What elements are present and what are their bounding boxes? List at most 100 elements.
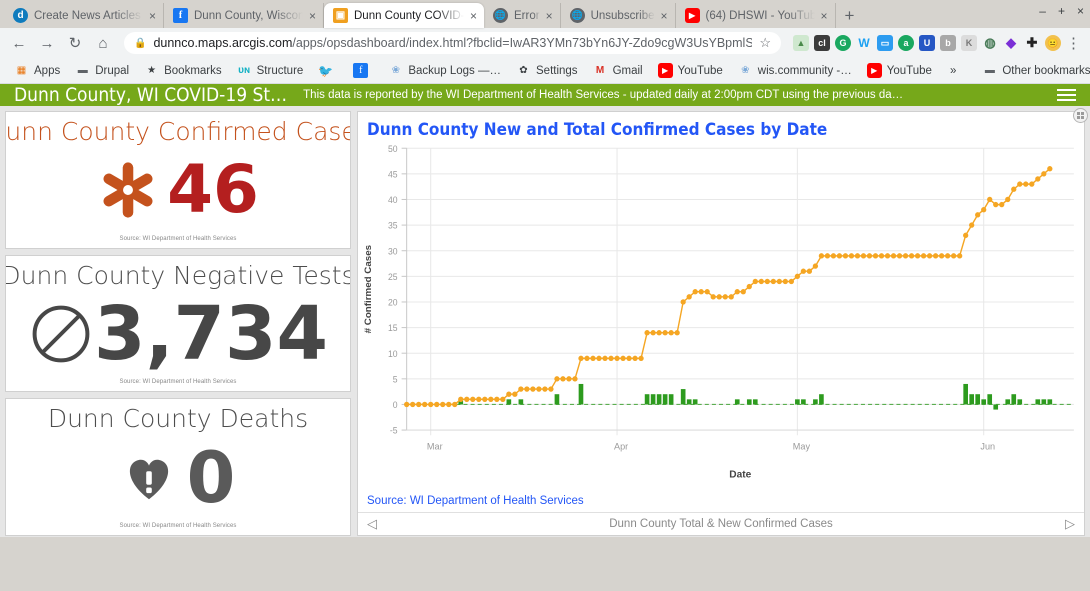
- extension-icon-8[interactable]: b: [940, 35, 956, 51]
- extension-icon-12[interactable]: ✚: [1024, 35, 1040, 51]
- extension-icon-7[interactable]: U: [919, 35, 935, 51]
- facebook-icon: f: [173, 8, 188, 23]
- close-icon[interactable]: ×: [309, 10, 316, 22]
- pager-prev-icon[interactable]: ◁: [367, 516, 377, 532]
- extension-icon-2[interactable]: cl: [814, 35, 830, 51]
- bookmark-label: Settings: [536, 65, 578, 77]
- youtube-icon: ▶: [685, 8, 700, 23]
- close-icon[interactable]: ×: [546, 10, 553, 22]
- tab-title: Unsubscribe: [591, 10, 655, 22]
- extension-icon-6[interactable]: a: [898, 35, 914, 51]
- star-of-life-icon: [97, 157, 159, 223]
- wordpress-icon: ❀: [388, 63, 403, 78]
- svg-text:15: 15: [388, 323, 398, 333]
- bookmark-label: Structure: [257, 65, 304, 77]
- bookmark-label: Backup Logs —…: [408, 65, 501, 77]
- url-host: dunnco.maps.arcgis.com: [153, 36, 292, 50]
- bookmark-label: Bookmarks: [164, 65, 222, 77]
- bookmarks-overflow-button[interactable]: »: [944, 63, 962, 79]
- bookmark-item[interactable]: M Gmail: [587, 61, 649, 80]
- close-icon[interactable]: ×: [470, 10, 477, 22]
- indicator-column: Dunn County Confirmed Cases 46 Source: W…: [5, 111, 351, 536]
- browser-tab[interactable]: ▶ (64) DHSWI - YouTube ×: [676, 3, 836, 28]
- other-bookmarks-label: Other bookmarks: [1002, 65, 1090, 77]
- extension-icon-1[interactable]: ▲: [793, 35, 809, 51]
- extension-icon-10[interactable]: ◍: [982, 35, 998, 51]
- bookmark-item[interactable]: ▦ Apps: [8, 61, 66, 80]
- chart-source-link[interactable]: Source: WI Department of Health Services: [367, 495, 584, 507]
- svg-text:Apr: Apr: [614, 442, 628, 452]
- bookmark-item[interactable]: ★ Bookmarks: [138, 61, 228, 80]
- chart-plot-area[interactable]: -505101520253035404550MarAprMayJunDate# …: [358, 140, 1084, 490]
- extension-icon-9[interactable]: K: [961, 35, 977, 51]
- reload-icon[interactable]: ↻: [62, 30, 88, 56]
- window-controls: – + ×: [1039, 4, 1084, 18]
- expand-icon[interactable]: [1073, 108, 1088, 123]
- svg-text:May: May: [793, 442, 811, 452]
- chart-panel: Dunn County New and Total Confirmed Case…: [357, 111, 1085, 536]
- bookmark-item[interactable]: ▶ YouTube: [861, 61, 938, 80]
- bookmark-item[interactable]: ▬ Drupal: [69, 61, 135, 80]
- bookmark-item[interactable]: f: [347, 61, 379, 80]
- maximize-button[interactable]: +: [1058, 4, 1065, 18]
- card-value: 3,734: [94, 297, 328, 371]
- profile-avatar[interactable]: 😐: [1045, 35, 1061, 51]
- bookmark-label: wis.community -…: [758, 65, 852, 77]
- chart-title: Dunn County New and Total Confirmed Case…: [358, 112, 1084, 140]
- bookmark-star-icon[interactable]: ☆: [759, 35, 771, 51]
- star-icon: ★: [144, 63, 159, 78]
- browser-menu-icon[interactable]: ⋮: [1063, 34, 1084, 52]
- globe-icon: 🌐: [493, 8, 508, 23]
- bookmark-item[interactable]: ▶ YouTube: [652, 61, 729, 80]
- browser-tab[interactable]: 🌐 Unsubscribe ×: [561, 3, 676, 28]
- dashboard-header: Dunn County, WI COVID-19 St… This data i…: [0, 84, 1090, 106]
- url-path: /apps/opsdashboard/index.html?fbclid=IwA…: [292, 36, 752, 50]
- close-icon[interactable]: ×: [149, 10, 156, 22]
- globe-icon: 🌐: [570, 8, 585, 23]
- browser-tab[interactable]: 🌐 Error ×: [484, 3, 561, 28]
- window-close-button[interactable]: ×: [1077, 4, 1084, 18]
- browser-tab[interactable]: f Dunn County, Wisconsin ×: [164, 3, 324, 28]
- card-source: Source: WI Department of Health Services: [119, 236, 236, 248]
- card-title: Dunn County Negative Tests: [5, 263, 351, 289]
- svg-text:45: 45: [388, 169, 398, 179]
- bookmarks-bar: ▦ Apps ▬ Drupal ★ Bookmarks ᴜɴ Structure…: [0, 58, 1090, 84]
- bookmark-item[interactable]: ✿ Settings: [510, 61, 584, 80]
- close-icon[interactable]: ×: [821, 10, 828, 22]
- close-icon[interactable]: ×: [661, 10, 668, 22]
- other-bookmarks-button[interactable]: ▬ Other bookmarks: [976, 61, 1090, 80]
- browser-tab[interactable]: d Create News Articles | V ×: [4, 3, 164, 28]
- extension-icon-3[interactable]: G: [835, 35, 851, 51]
- minimize-button[interactable]: –: [1039, 4, 1046, 18]
- bookmark-item[interactable]: 🐦: [312, 61, 344, 80]
- bookmark-item[interactable]: ❀ wis.community -…: [732, 61, 858, 80]
- indicator-card-deaths: Dunn County Deaths 0 Source: WI Departme…: [5, 398, 351, 536]
- home-icon[interactable]: ⌂: [90, 30, 116, 56]
- new-tab-button[interactable]: +: [836, 3, 864, 28]
- card-body: 3,734: [6, 289, 350, 379]
- svg-text:Jun: Jun: [980, 442, 995, 452]
- header-subtitle: This data is reported by the WI Departme…: [303, 89, 1041, 101]
- bookmark-item[interactable]: ❀ Backup Logs —…: [382, 61, 507, 80]
- hamburger-icon[interactable]: [1057, 89, 1076, 101]
- indicator-card-confirmed-cases: Dunn County Confirmed Cases 46 Source: W…: [5, 111, 351, 249]
- extension-icon-5[interactable]: ▭: [877, 35, 893, 51]
- card-value: 0: [187, 443, 236, 513]
- facebook-icon: f: [353, 63, 368, 78]
- card-body: 46: [6, 145, 350, 235]
- bookmark-item[interactable]: ᴜɴ Structure: [231, 61, 310, 80]
- svg-text:0: 0: [393, 400, 398, 410]
- page-title: Dunn County, WI COVID-19 St…: [14, 84, 287, 106]
- arcgis-icon: ▣: [333, 8, 348, 23]
- pager-next-icon[interactable]: ▷: [1065, 516, 1075, 532]
- twitter-icon: 🐦: [318, 63, 333, 78]
- extension-icon-4[interactable]: W: [856, 35, 872, 51]
- browser-tab-active[interactable]: ▣ Dunn County COVID-19 S ×: [324, 3, 484, 28]
- drupal-icon: d: [13, 8, 28, 23]
- back-icon[interactable]: ←: [6, 30, 32, 56]
- card-source: Source: WI Department of Health Services: [119, 523, 236, 535]
- address-bar[interactable]: 🔒 dunnco.maps.arcgis.com/apps/opsdashboa…: [124, 32, 781, 54]
- forward-icon[interactable]: →: [34, 30, 60, 56]
- extension-icon-11[interactable]: ◆: [1003, 35, 1019, 51]
- folder-icon: ▬: [982, 63, 997, 78]
